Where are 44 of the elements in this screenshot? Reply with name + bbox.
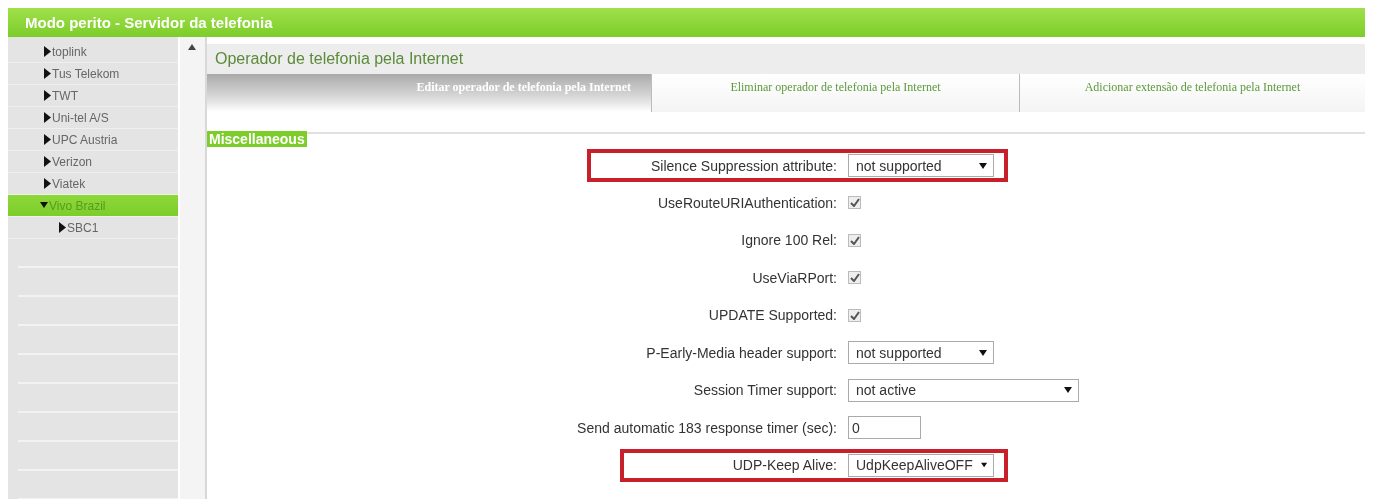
dropdown[interactable]: not supported: [848, 154, 994, 177]
field-label: Session Timer support:: [692, 382, 838, 399]
sidebar-item[interactable]: Verizon: [8, 151, 178, 173]
triangle-right-icon[interactable]: [43, 46, 51, 57]
triangle-right-icon[interactable]: [43, 178, 51, 189]
sidebar-item[interactable]: toplink: [8, 41, 178, 63]
caret-icon: [1064, 387, 1072, 394]
checkbox[interactable]: [848, 271, 861, 285]
field-label: UseViaRPort:: [751, 269, 838, 286]
triangle-right-icon[interactable]: [43, 134, 51, 145]
page-heading: Operador de telefonia pela Internet: [207, 44, 1365, 74]
sidebar-item[interactable]: Uni-tel A/S: [8, 107, 178, 129]
dropdown[interactable]: not supported: [848, 341, 994, 365]
sidebar-item[interactable]: UPC Austria: [8, 129, 178, 151]
field-label: Silence Suppression attribute:: [650, 157, 838, 174]
field-label: UDP-Keep Alive:: [731, 457, 838, 473]
triangle-right-icon[interactable]: [43, 112, 51, 123]
field-label: P-Early-Media header support:: [645, 344, 838, 361]
input-field[interactable]: 0: [848, 416, 921, 440]
sidebar-item[interactable]: SBC1: [8, 217, 178, 239]
checkbox[interactable]: [848, 308, 861, 322]
caret-icon: [979, 162, 987, 169]
scroll-up-icon[interactable]: [188, 44, 196, 50]
caret-icon: [980, 462, 987, 468]
tab[interactable]: Adicionar extensão de telefonia pela Internet: [1020, 74, 1365, 112]
scrollbar[interactable]: [178, 37, 207, 499]
dropdown[interactable]: not active: [848, 378, 1079, 402]
caret-icon: [979, 349, 987, 356]
triangle-right-icon[interactable]: [43, 90, 51, 101]
field-label: Ignore 100 Rel:: [740, 232, 838, 249]
sidebar-item[interactable]: TWT: [8, 85, 178, 107]
field-label: UPDATE Supported:: [707, 307, 838, 324]
sidebar-item[interactable]: Tus Telekom: [8, 63, 178, 85]
window-title: Modo perito - Servidor da telefonia: [8, 8, 1365, 37]
checkbox[interactable]: [848, 196, 861, 210]
triangle-right-icon[interactable]: [58, 222, 66, 233]
checkbox[interactable]: [848, 233, 861, 247]
field-label: UseRouteURIAuthentication:: [657, 194, 838, 211]
triangle-right-icon[interactable]: [43, 68, 51, 79]
triangle-right-icon[interactable]: [43, 156, 51, 167]
tab[interactable]: Eliminar operador de telefonia pela Internet: [652, 74, 1020, 112]
dropdown[interactable]: UdpKeepAliveOFF: [848, 453, 994, 477]
field-label: Send automatic 183 response timer (sec):: [576, 419, 838, 436]
section-title: Miscellaneous: [207, 131, 307, 147]
